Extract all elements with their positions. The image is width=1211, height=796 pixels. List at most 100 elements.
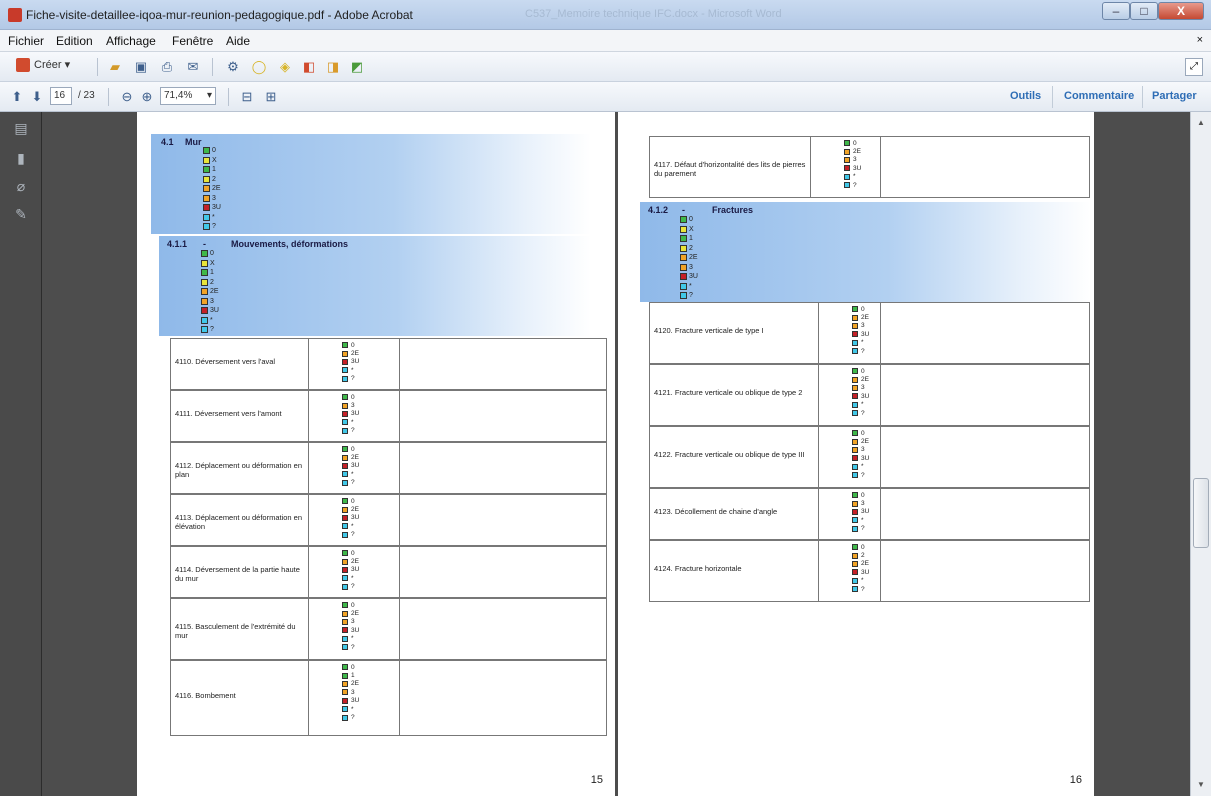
- status-swatch: [852, 339, 858, 346]
- scroll-up-icon[interactable]: ▲: [1194, 116, 1208, 130]
- expand-icon[interactable]: ⤢: [1185, 58, 1203, 76]
- minimize-button[interactable]: –: [1102, 2, 1130, 20]
- share-link[interactable]: Partager: [1152, 90, 1197, 102]
- status-options[interactable]: 0 2E 3 3U *?: [852, 429, 869, 479]
- settings-gear-icon[interactable]: ⚙: [224, 58, 242, 76]
- legend-item: 2: [680, 244, 698, 254]
- legend-code: *: [861, 401, 864, 409]
- close-button[interactable]: X: [1158, 2, 1204, 20]
- share-document-icon[interactable]: ◧: [300, 58, 318, 76]
- zoom-select[interactable]: 71,4% ▾: [160, 87, 216, 105]
- status-swatch: [844, 140, 850, 147]
- create-button[interactable]: Créer ▾: [16, 58, 71, 73]
- sticky-note-icon[interactable]: ◈: [276, 58, 294, 76]
- status-options[interactable]: 0 3 3U *?: [342, 393, 359, 435]
- status-options[interactable]: 0 2E 3 3U *?: [342, 601, 359, 651]
- status-options[interactable]: 0 2E 3U *?: [342, 497, 359, 539]
- column-divider: [880, 137, 881, 197]
- status-options[interactable]: 0 2E 3U *?: [342, 341, 359, 383]
- menu-fichier[interactable]: Fichier: [8, 34, 44, 48]
- column-divider: [880, 365, 881, 425]
- menu-aide[interactable]: Aide: [226, 34, 250, 48]
- menu-edition[interactable]: Edition: [56, 34, 93, 48]
- fit-page-icon[interactable]: ⊞: [262, 88, 280, 106]
- status-swatch: [201, 259, 208, 267]
- status-swatch: [342, 523, 348, 530]
- zoom-out-icon[interactable]: ⊖: [118, 88, 136, 106]
- status-options[interactable]: 0 2 2E 3U *?: [852, 543, 869, 593]
- status-options[interactable]: 0 2E 3U *?: [342, 549, 359, 591]
- legend-item: ?: [844, 181, 861, 189]
- legend-item: 3U: [680, 272, 698, 282]
- column-divider: [399, 547, 400, 597]
- legend-code: 3: [861, 322, 865, 330]
- legend-code: 3: [351, 618, 355, 626]
- menu-affichage[interactable]: Affichage: [106, 34, 156, 48]
- vertical-scrollbar[interactable]: ▲ ▼: [1190, 112, 1211, 796]
- status-options[interactable]: 0 2E 3 3U *?: [844, 139, 861, 189]
- legend-code: ?: [212, 223, 216, 231]
- status-options[interactable]: 0 2E 3 3U *?: [852, 367, 869, 417]
- legend-item: 0: [342, 601, 359, 609]
- legend-item: *: [844, 173, 861, 181]
- item-label: 4121. Fracture verticale ou oblique de t…: [654, 388, 803, 397]
- legend-item: 2E: [342, 453, 359, 461]
- comment-bubble-icon[interactable]: ◯: [250, 58, 268, 76]
- document-close-icon[interactable]: ×: [1197, 34, 1203, 46]
- sign-document-icon[interactable]: ◩: [348, 58, 366, 76]
- legend-code: 3: [351, 402, 355, 410]
- status-swatch: [852, 314, 858, 321]
- maximize-button[interactable]: □: [1130, 2, 1158, 20]
- legend-item: 3U: [852, 330, 869, 338]
- legend-code: 0: [351, 601, 355, 609]
- signatures-icon[interactable]: ✎: [13, 206, 29, 222]
- status-options[interactable]: 0 1 2E 3 3U *?: [342, 663, 359, 722]
- next-page-icon[interactable]: ⬇: [28, 88, 46, 106]
- open-folder-icon[interactable]: ▰: [106, 58, 124, 76]
- fit-width-icon[interactable]: ⊟: [238, 88, 256, 106]
- scrollbar-thumb[interactable]: [1193, 478, 1209, 548]
- legend-code: ?: [689, 292, 693, 300]
- table-row: 4112. Déplacement ou déformation en plan…: [170, 442, 607, 494]
- legend-item: ?: [852, 347, 869, 355]
- legend-item: ?: [201, 325, 219, 335]
- column-divider: [880, 489, 881, 539]
- legend-code: 1: [212, 166, 216, 174]
- legend-code: *: [351, 470, 354, 478]
- legend-code: 2E: [351, 558, 359, 566]
- page-thumbnails-icon[interactable]: ▤: [13, 120, 29, 136]
- tools-link[interactable]: Outils: [1010, 90, 1041, 102]
- status-legend: 0 X 1 2 2E 3 3U *?: [203, 146, 221, 232]
- export-document-icon[interactable]: ◨: [324, 58, 342, 76]
- acrobat-window: Fiche-visite-detaillee-iqoa-mur-reunion-…: [0, 0, 1211, 796]
- comment-link[interactable]: Commentaire: [1064, 90, 1134, 102]
- legend-item: 3: [852, 322, 869, 330]
- legend-item: 3U: [852, 392, 869, 400]
- status-options[interactable]: 0 2E 3 3U *?: [852, 305, 869, 355]
- status-swatch: [342, 427, 348, 434]
- bookmarks-icon[interactable]: ▮: [13, 150, 29, 166]
- legend-item: *: [342, 522, 359, 530]
- status-options[interactable]: 0 3 3U *?: [852, 491, 869, 533]
- previous-page-icon[interactable]: ⬆: [8, 88, 26, 106]
- print-icon[interactable]: ⎙: [158, 58, 176, 76]
- scroll-down-icon[interactable]: ▼: [1194, 778, 1208, 792]
- save-icon[interactable]: ▣: [132, 58, 150, 76]
- status-swatch: [342, 583, 348, 590]
- zoom-in-icon[interactable]: ⊕: [138, 88, 156, 106]
- legend-code: X: [212, 156, 217, 164]
- status-swatch: [342, 394, 348, 401]
- status-swatch: [201, 297, 208, 305]
- status-swatch: [680, 216, 687, 224]
- menu-fenetre[interactable]: Fenêtre: [172, 34, 213, 48]
- chevron-down-icon: ▾: [64, 59, 71, 71]
- legend-code: 0: [351, 663, 355, 671]
- email-icon[interactable]: ✉: [184, 58, 202, 76]
- legend-code: 3U: [861, 392, 870, 400]
- page-number-input[interactable]: 16: [50, 87, 72, 105]
- attachments-paperclip-icon[interactable]: ⌀: [13, 178, 29, 194]
- status-options[interactable]: 0 2E 3U *?: [342, 445, 359, 487]
- legend-item: 3U: [852, 508, 869, 516]
- item-label: 4110. Déversement vers l'aval: [175, 357, 276, 366]
- legend-item: ?: [342, 531, 359, 539]
